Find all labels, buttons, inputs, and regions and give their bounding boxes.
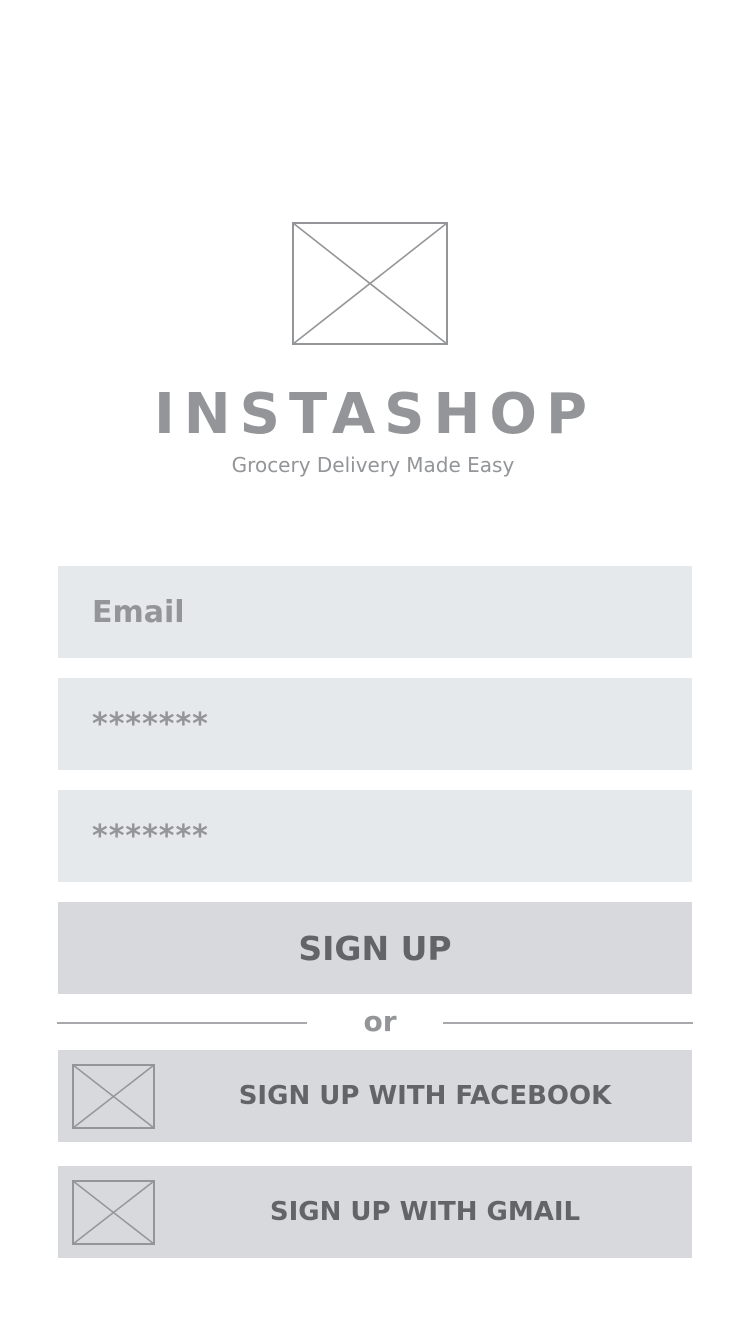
app-tagline: Grocery Delivery Made Easy (231, 453, 515, 477)
password-field-container (58, 678, 692, 770)
gmail-image-placeholder-icon (72, 1180, 155, 1245)
divider-line-left (57, 1022, 307, 1024)
logo-image-placeholder-icon (292, 222, 448, 345)
gmail-button-label: SIGN UP WITH GMAIL (269, 1197, 581, 1227)
facebook-image-placeholder-icon (72, 1064, 155, 1129)
sign-up-button[interactable]: SIGN UP (58, 902, 692, 994)
signup-screen: INSTASHOP Grocery Delivery Made Easy SIG… (0, 0, 750, 1334)
email-field[interactable] (58, 566, 692, 658)
sign-up-facebook-button[interactable]: SIGN UP WITH FACEBOOK (58, 1050, 692, 1142)
divider-or-label: or (363, 1005, 397, 1038)
confirm-password-field-container (58, 790, 692, 882)
facebook-button-label: SIGN UP WITH FACEBOOK (238, 1081, 612, 1111)
divider-line-right (443, 1022, 693, 1024)
email-field-container (58, 566, 692, 658)
confirm-password-field[interactable] (58, 790, 692, 882)
sign-up-gmail-button[interactable]: SIGN UP WITH GMAIL (58, 1166, 692, 1258)
app-title: INSTASHOP (153, 382, 597, 447)
password-field[interactable] (58, 678, 692, 770)
